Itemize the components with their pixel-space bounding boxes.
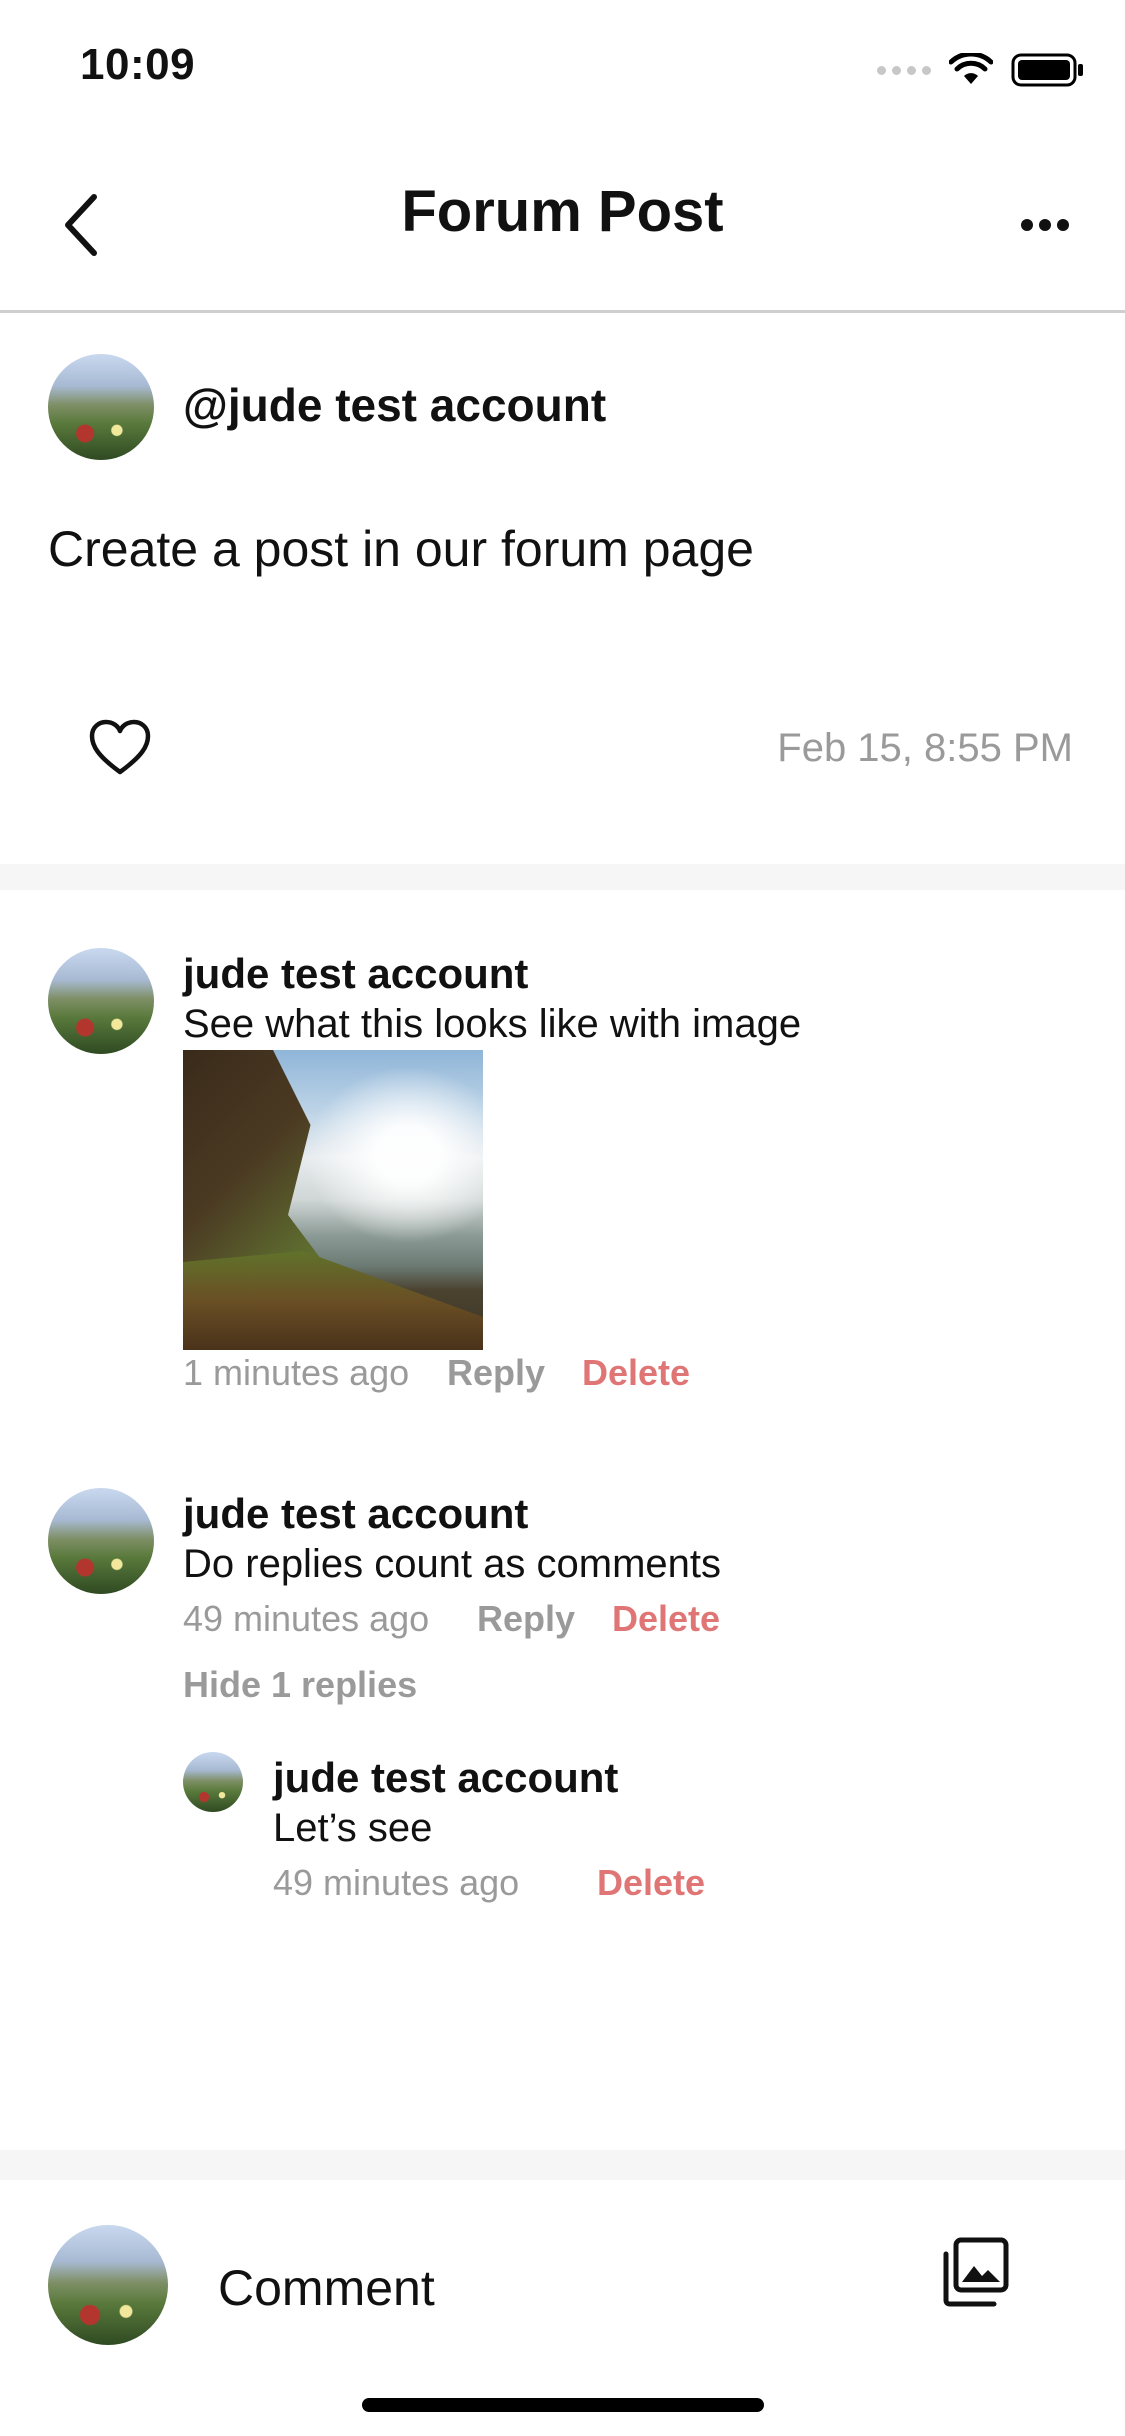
comment-author-name[interactable]: jude test account (183, 1490, 528, 1538)
heart-outline-icon (89, 719, 151, 775)
section-divider (0, 864, 1125, 890)
reply-button[interactable]: Reply (477, 1598, 575, 1640)
toggle-replies-button[interactable]: Hide 1 replies (183, 1664, 417, 1706)
comment-author-name[interactable]: jude test account (183, 950, 528, 998)
delete-button[interactable]: Delete (612, 1598, 720, 1640)
comment-timestamp: 49 minutes ago (183, 1598, 430, 1639)
delete-button[interactable]: Delete (597, 1862, 705, 1904)
delete-button[interactable]: Delete (582, 1352, 690, 1394)
reply-author-name[interactable]: jude test account (273, 1754, 618, 1802)
comment-timestamp: 1 minutes ago (183, 1352, 410, 1393)
post-author-name[interactable]: @jude test account (183, 378, 606, 432)
wifi-icon (949, 53, 993, 84)
comment-avatar[interactable] (48, 948, 154, 1054)
attach-image-button[interactable] (940, 2236, 1010, 2308)
reply-text: Let’s see (273, 1806, 433, 1850)
reply-timestamp: 49 minutes ago (273, 1862, 520, 1903)
battery-icon (1011, 53, 1083, 87)
comment-image[interactable] (183, 1050, 483, 1350)
reply-button[interactable]: Reply (447, 1352, 545, 1394)
comment-text: Do replies count as comments (183, 1542, 722, 1586)
more-options-button[interactable] (1005, 180, 1085, 270)
ellipsis-icon (1021, 219, 1069, 231)
home-indicator (362, 2398, 764, 2412)
comment-avatar[interactable] (48, 1488, 154, 1594)
composer-divider (0, 2150, 1125, 2180)
current-user-avatar (48, 2225, 168, 2345)
cellular-signal-icon (877, 65, 931, 75)
comment-input[interactable] (216, 2252, 920, 2324)
post-body: Create a post in our forum page (48, 521, 754, 577)
status-time: 10:09 (80, 40, 196, 89)
post-timestamp: Feb 15, 8:55 PM (777, 726, 1073, 770)
comment-text: See what this looks like with image (183, 1002, 802, 1046)
photo-gallery-icon (943, 2237, 1009, 2307)
like-button[interactable] (88, 718, 152, 782)
page-title: Forum Post (401, 179, 724, 244)
post-author-avatar[interactable] (48, 354, 154, 460)
navigation-bar: Forum Post (0, 140, 1125, 313)
status-icons (877, 50, 1085, 90)
reply-avatar[interactable] (183, 1752, 243, 1812)
